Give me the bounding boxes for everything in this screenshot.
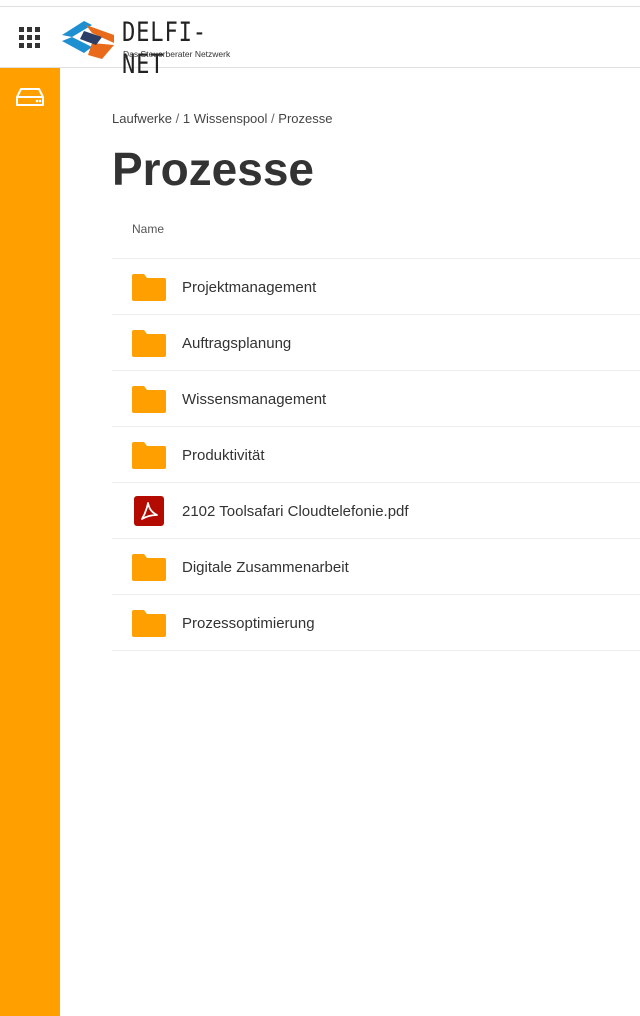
list-item[interactable]: Digitale Zusammenarbeit — [112, 539, 640, 595]
breadcrumb-current: Prozesse — [278, 111, 333, 126]
logo-mark-icon — [62, 21, 114, 59]
item-name: 2102 Toolsafari Cloudtelefonie.pdf — [182, 503, 409, 520]
item-name: Digitale Zusammenarbeit — [182, 559, 349, 576]
list-item[interactable]: Auftragsplanung — [112, 315, 640, 371]
list-item[interactable]: Projektmanagement — [112, 259, 640, 315]
breadcrumb-separator: / — [175, 111, 180, 126]
page-title: Prozesse — [112, 143, 315, 195]
folder-icon — [132, 330, 166, 357]
item-name: Auftragsplanung — [182, 335, 292, 352]
drive-icon[interactable] — [15, 86, 45, 108]
column-header-name[interactable]: Name — [132, 222, 164, 236]
folder-icon — [132, 554, 166, 581]
item-name: Produktivität — [182, 447, 265, 464]
logo[interactable]: DELFI-NET Das Steuerberater Netzwerk — [62, 15, 252, 80]
item-name: Projektmanagement — [182, 279, 317, 296]
top-bar: DELFI-NET Das Steuerberater Netzwerk — [0, 6, 640, 80]
folder-icon — [132, 274, 166, 301]
item-name: Wissensmanagement — [182, 391, 327, 408]
list-item[interactable]: 2102 Toolsafari Cloudtelefonie.pdf — [112, 483, 640, 539]
folder-icon — [132, 442, 166, 469]
breadcrumb-wissenspool[interactable]: 1 Wissenspool — [183, 111, 268, 126]
breadcrumb-laufwerke[interactable]: Laufwerke — [112, 111, 172, 126]
folder-icon — [132, 386, 166, 413]
apps-grid-icon[interactable] — [16, 24, 44, 52]
sidebar — [0, 68, 60, 1016]
breadcrumb: Laufwerke / 1 Wissenspool / Prozesse — [112, 111, 332, 126]
folder-icon — [132, 610, 166, 637]
pdf-icon — [134, 496, 164, 526]
file-list: Projektmanagement Auftragsplanung Wissen… — [112, 258, 640, 651]
list-item[interactable]: Produktivität — [112, 427, 640, 483]
list-item[interactable]: Prozessoptimierung — [112, 595, 640, 651]
logo-tagline: Das Steuerberater Netzwerk — [123, 49, 231, 59]
breadcrumb-separator: / — [271, 111, 275, 126]
item-name: Prozessoptimierung — [182, 615, 315, 632]
list-item[interactable]: Wissensmanagement — [112, 371, 640, 427]
